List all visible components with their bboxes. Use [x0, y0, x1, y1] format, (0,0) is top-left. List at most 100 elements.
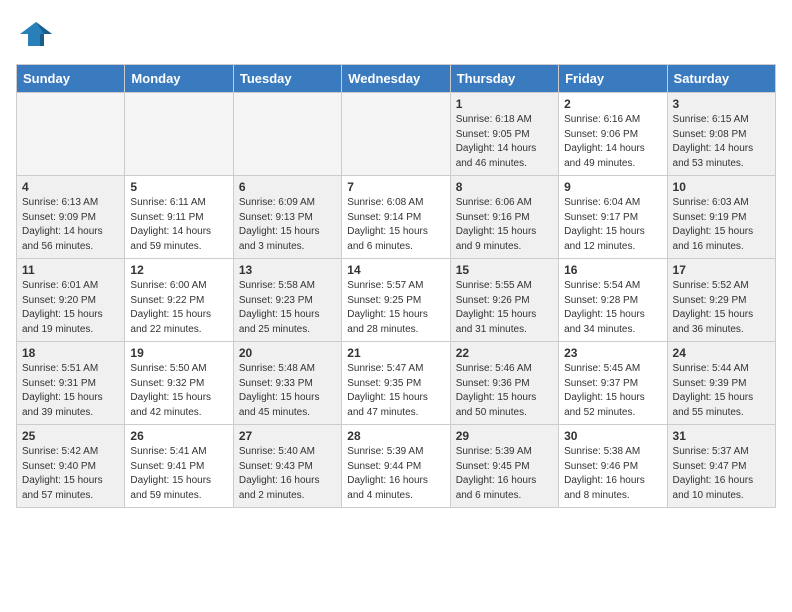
calendar-cell: 20 Sunrise: 5:48 AM Sunset: 9:33 PM Dayli…	[233, 342, 341, 425]
cell-content: Sunrise: 5:51 AM Sunset: 9:31 PM Dayligh…	[22, 362, 119, 420]
day-number: 29	[456, 429, 553, 443]
calendar-cell	[233, 93, 341, 176]
day-number: 24	[673, 346, 770, 360]
day-number: 9	[564, 180, 661, 194]
header-day-monday: Monday	[125, 65, 233, 93]
calendar-cell: 30 Sunrise: 5:38 AM Sunset: 9:46 PM Dayli…	[559, 425, 667, 508]
day-number: 6	[239, 180, 336, 194]
calendar-cell: 23Sunrise: 5:45 AM Sunset: 9:37 PM Dayli…	[559, 342, 667, 425]
calendar-cell: 14 Sunrise: 5:57 AM Sunset: 9:25 PM Dayli…	[342, 259, 450, 342]
day-number: 3	[673, 97, 770, 111]
day-number: 31	[673, 429, 770, 443]
header-day-wednesday: Wednesday	[342, 65, 450, 93]
calendar-cell: 19 Sunrise: 5:50 AM Sunset: 9:32 PM Dayli…	[125, 342, 233, 425]
header-day-tuesday: Tuesday	[233, 65, 341, 93]
day-number: 27	[239, 429, 336, 443]
cell-content: Sunrise: 5:47 AM Sunset: 9:35 PM Dayligh…	[347, 362, 444, 420]
calendar-cell: 22 Sunrise: 5:46 AM Sunset: 9:36 PM Dayli…	[450, 342, 558, 425]
cell-content: Sunrise: 6:01 AM Sunset: 9:20 PM Dayligh…	[22, 279, 119, 337]
calendar-cell: 1 Sunrise: 6:18 AM Sunset: 9:05 PM Daylig…	[450, 93, 558, 176]
day-number: 8	[456, 180, 553, 194]
day-number: 20	[239, 346, 336, 360]
day-number: 25	[22, 429, 119, 443]
day-number: 18	[22, 346, 119, 360]
calendar-cell: 24 Sunrise: 5:44 AM Sunset: 9:39 PM Dayli…	[667, 342, 775, 425]
cell-content: Sunrise: 6:15 AM Sunset: 9:08 PM Dayligh…	[673, 113, 770, 171]
logo	[16, 16, 58, 52]
calendar-week-4: 18 Sunrise: 5:51 AM Sunset: 9:31 PM Dayli…	[17, 342, 776, 425]
day-number: 26	[130, 429, 227, 443]
calendar-cell: 11Sunrise: 6:01 AM Sunset: 9:20 PM Dayli…	[17, 259, 125, 342]
cell-content: Sunrise: 6:00 AM Sunset: 9:22 PM Dayligh…	[130, 279, 227, 337]
day-number: 21	[347, 346, 444, 360]
day-number: 19	[130, 346, 227, 360]
cell-content: Sunrise: 5:38 AM Sunset: 9:46 PM Dayligh…	[564, 445, 661, 503]
cell-content: Sunrise: 5:46 AM Sunset: 9:36 PM Dayligh…	[456, 362, 553, 420]
day-number: 22	[456, 346, 553, 360]
day-number: 4	[22, 180, 119, 194]
calendar-cell: 10 Sunrise: 6:03 AM Sunset: 9:19 PM Dayli…	[667, 176, 775, 259]
cell-content: Sunrise: 5:41 AM Sunset: 9:41 PM Dayligh…	[130, 445, 227, 503]
cell-content: Sunrise: 6:11 AM Sunset: 9:11 PM Dayligh…	[130, 196, 227, 254]
day-number: 7	[347, 180, 444, 194]
header-day-friday: Friday	[559, 65, 667, 93]
calendar-cell: 12 Sunrise: 6:00 AM Sunset: 9:22 PM Dayli…	[125, 259, 233, 342]
day-number: 28	[347, 429, 444, 443]
calendar-cell: 4Sunrise: 6:13 AM Sunset: 9:09 PM Daylig…	[17, 176, 125, 259]
cell-content: Sunrise: 5:55 AM Sunset: 9:26 PM Dayligh…	[456, 279, 553, 337]
cell-content: Sunrise: 5:58 AM Sunset: 9:23 PM Dayligh…	[239, 279, 336, 337]
calendar-cell	[17, 93, 125, 176]
page-header	[16, 16, 776, 52]
day-number: 14	[347, 263, 444, 277]
cell-content: Sunrise: 5:44 AM Sunset: 9:39 PM Dayligh…	[673, 362, 770, 420]
calendar-cell: 16Sunrise: 5:54 AM Sunset: 9:28 PM Dayli…	[559, 259, 667, 342]
calendar-header-row: SundayMondayTuesdayWednesdayThursdayFrid…	[17, 65, 776, 93]
calendar-cell	[125, 93, 233, 176]
calendar-cell	[342, 93, 450, 176]
cell-content: Sunrise: 6:03 AM Sunset: 9:19 PM Dayligh…	[673, 196, 770, 254]
cell-content: Sunrise: 5:40 AM Sunset: 9:43 PM Dayligh…	[239, 445, 336, 503]
header-day-thursday: Thursday	[450, 65, 558, 93]
day-number: 13	[239, 263, 336, 277]
calendar-cell: 18 Sunrise: 5:51 AM Sunset: 9:31 PM Dayli…	[17, 342, 125, 425]
calendar-cell: 6 Sunrise: 6:09 AM Sunset: 9:13 PM Daylig…	[233, 176, 341, 259]
day-number: 12	[130, 263, 227, 277]
calendar-week-1: 1 Sunrise: 6:18 AM Sunset: 9:05 PM Daylig…	[17, 93, 776, 176]
cell-content: Sunrise: 6:09 AM Sunset: 9:13 PM Dayligh…	[239, 196, 336, 254]
calendar-cell: 2 Sunrise: 6:16 AM Sunset: 9:06 PM Daylig…	[559, 93, 667, 176]
calendar-table: SundayMondayTuesdayWednesdayThursdayFrid…	[16, 64, 776, 508]
cell-content: Sunrise: 6:06 AM Sunset: 9:16 PM Dayligh…	[456, 196, 553, 254]
header-day-sunday: Sunday	[17, 65, 125, 93]
calendar-cell: 28 Sunrise: 5:39 AM Sunset: 9:44 PM Dayli…	[342, 425, 450, 508]
cell-content: Sunrise: 5:52 AM Sunset: 9:29 PM Dayligh…	[673, 279, 770, 337]
cell-content: Sunrise: 6:04 AM Sunset: 9:17 PM Dayligh…	[564, 196, 661, 254]
day-number: 30	[564, 429, 661, 443]
header-day-saturday: Saturday	[667, 65, 775, 93]
calendar-cell: 31 Sunrise: 5:37 AM Sunset: 9:47 PM Dayli…	[667, 425, 775, 508]
calendar-cell: 8 Sunrise: 6:06 AM Sunset: 9:16 PM Daylig…	[450, 176, 558, 259]
cell-content: Sunrise: 6:18 AM Sunset: 9:05 PM Dayligh…	[456, 113, 553, 171]
calendar-cell: 29Sunrise: 5:39 AM Sunset: 9:45 PM Dayli…	[450, 425, 558, 508]
calendar-cell: 26 Sunrise: 5:41 AM Sunset: 9:41 PM Dayli…	[125, 425, 233, 508]
calendar-cell: 9 Sunrise: 6:04 AM Sunset: 9:17 PM Daylig…	[559, 176, 667, 259]
cell-content: Sunrise: 5:50 AM Sunset: 9:32 PM Dayligh…	[130, 362, 227, 420]
calendar-cell: 17Sunrise: 5:52 AM Sunset: 9:29 PM Dayli…	[667, 259, 775, 342]
cell-content: Sunrise: 5:48 AM Sunset: 9:33 PM Dayligh…	[239, 362, 336, 420]
cell-content: Sunrise: 5:37 AM Sunset: 9:47 PM Dayligh…	[673, 445, 770, 503]
calendar-week-3: 11Sunrise: 6:01 AM Sunset: 9:20 PM Dayli…	[17, 259, 776, 342]
calendar-cell: 15Sunrise: 5:55 AM Sunset: 9:26 PM Dayli…	[450, 259, 558, 342]
calendar-cell: 25Sunrise: 5:42 AM Sunset: 9:40 PM Dayli…	[17, 425, 125, 508]
day-number: 10	[673, 180, 770, 194]
day-number: 16	[564, 263, 661, 277]
day-number: 1	[456, 97, 553, 111]
cell-content: Sunrise: 5:45 AM Sunset: 9:37 PM Dayligh…	[564, 362, 661, 420]
cell-content: Sunrise: 6:16 AM Sunset: 9:06 PM Dayligh…	[564, 113, 661, 171]
calendar-week-2: 4Sunrise: 6:13 AM Sunset: 9:09 PM Daylig…	[17, 176, 776, 259]
calendar-cell: 13 Sunrise: 5:58 AM Sunset: 9:23 PM Dayli…	[233, 259, 341, 342]
cell-content: Sunrise: 6:08 AM Sunset: 9:14 PM Dayligh…	[347, 196, 444, 254]
day-number: 2	[564, 97, 661, 111]
calendar-week-5: 25Sunrise: 5:42 AM Sunset: 9:40 PM Dayli…	[17, 425, 776, 508]
calendar-cell: 21 Sunrise: 5:47 AM Sunset: 9:35 PM Dayli…	[342, 342, 450, 425]
cell-content: Sunrise: 5:57 AM Sunset: 9:25 PM Dayligh…	[347, 279, 444, 337]
cell-content: Sunrise: 5:39 AM Sunset: 9:44 PM Dayligh…	[347, 445, 444, 503]
